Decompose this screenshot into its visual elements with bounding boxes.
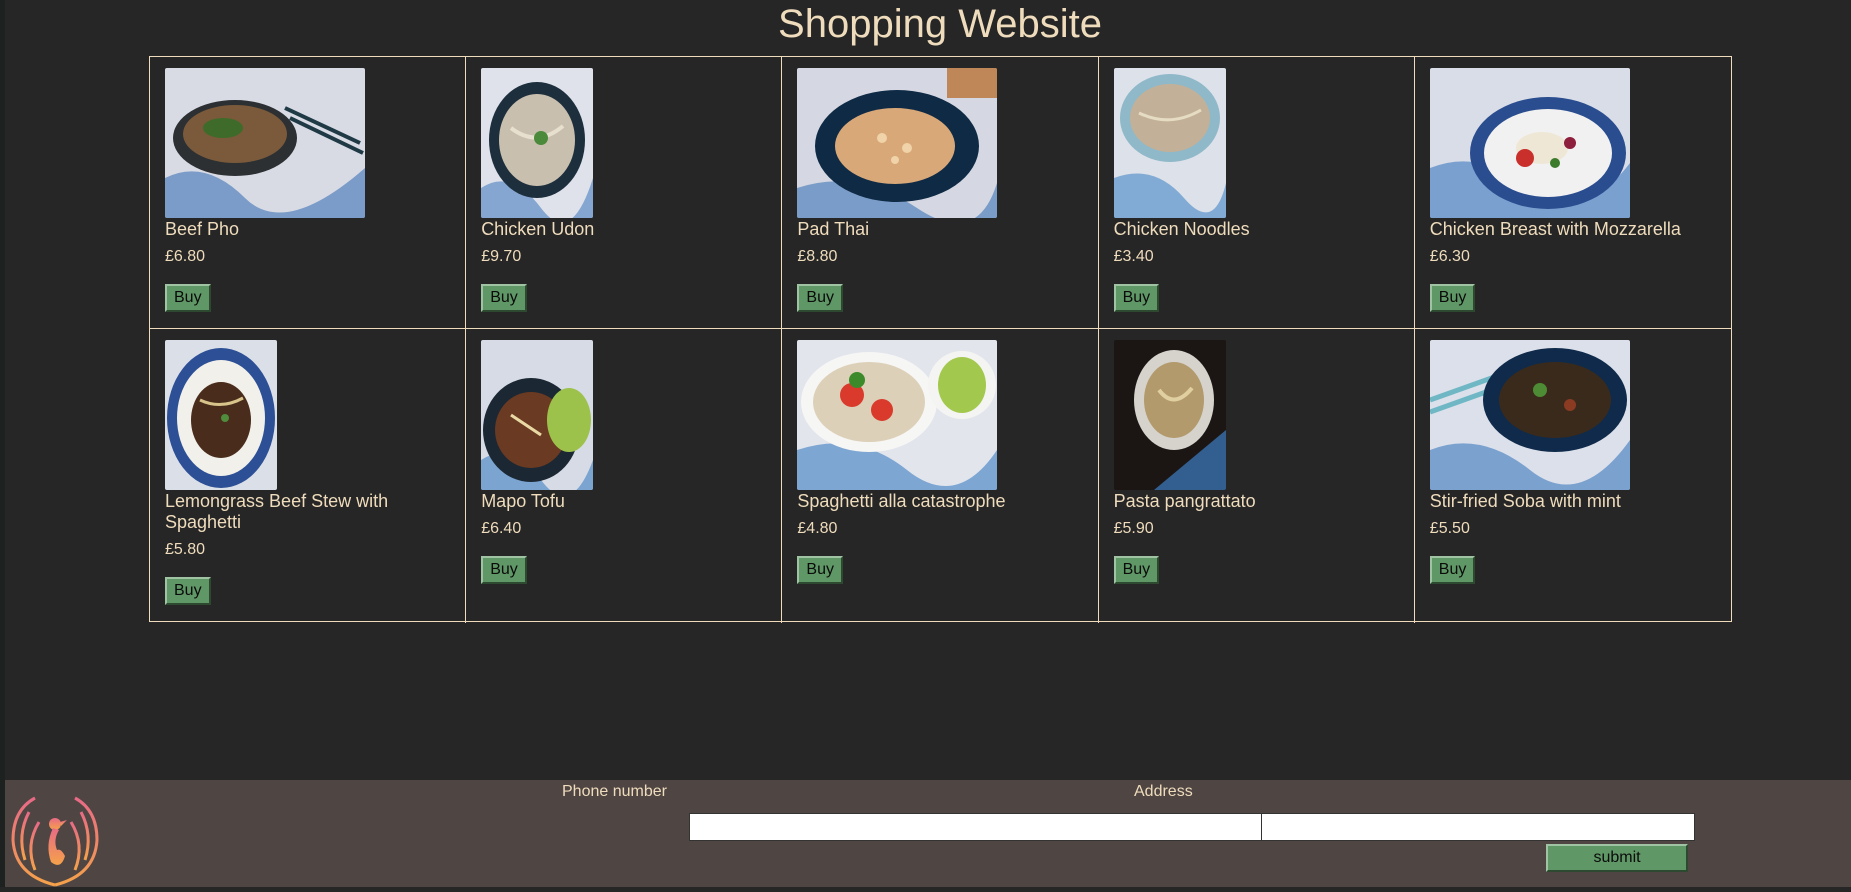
product-price: £6.40 (481, 520, 522, 537)
product-price: £5.90 (1113, 520, 1154, 537)
product-name: Pad Thai (797, 219, 870, 239)
buy-button[interactable]: Buy (1113, 556, 1160, 584)
product-name: Mapo Tofu (481, 491, 565, 511)
product-image-chicken-noodles (1113, 68, 1226, 218)
product-price: £9.70 (481, 248, 522, 265)
product-card: Chicken Udon £9.70 Buy (466, 57, 783, 329)
product-name: Chicken Breast with Mozzarella (1429, 219, 1681, 239)
buy-button[interactable]: Buy (797, 556, 843, 584)
product-card: Chicken Breast with Mozzarella £6.30 Buy (1414, 57, 1731, 329)
buy-button[interactable]: Buy (1113, 284, 1160, 312)
product-price: £8.80 (797, 248, 838, 265)
product-name: Spaghetti alla catastrophe (797, 491, 1006, 511)
product-price: £3.40 (1113, 248, 1154, 265)
product-card: Stir-fried Soba with mint £5.50 Buy (1415, 329, 1731, 623)
product-price: £6.80 (165, 248, 206, 265)
product-image-pasta-pangrattato (1113, 340, 1226, 490)
page-title: Shopping Website (778, 2, 1102, 46)
product-price: £5.80 (165, 541, 206, 558)
buy-button[interactable]: Buy (797, 284, 843, 312)
product-name: Chicken Noodles (1113, 219, 1250, 239)
product-name: Lemongrass Beef Stew with Spaghetti (165, 491, 389, 532)
product-name: Pasta pangrattato (1113, 491, 1256, 511)
product-image-beef-pho (165, 68, 365, 218)
product-name: Chicken Udon (481, 219, 595, 239)
product-card: Mapo Tofu £6.40 Buy (466, 329, 783, 623)
product-image-stir-fried-soba (1429, 340, 1630, 490)
buy-button[interactable]: Buy (481, 556, 527, 584)
address-label: Address (1134, 783, 1193, 800)
product-image-chicken-udon (481, 68, 594, 218)
product-image-lemongrass-beef-stew (165, 340, 277, 490)
footer: Phone number Address submit (5, 780, 1851, 887)
phone-number-field[interactable] (689, 813, 1265, 841)
buy-button[interactable]: Buy (1429, 556, 1476, 584)
address-field[interactable] (1261, 813, 1695, 841)
product-card: Beef Pho £6.80 Buy (150, 57, 467, 329)
product-image-chicken-breast-mozzarella (1429, 68, 1630, 218)
product-price: £4.80 (797, 520, 838, 537)
buy-button[interactable]: Buy (481, 284, 527, 312)
product-name: Stir-fried Soba with mint (1429, 491, 1621, 511)
submit-button[interactable]: submit (1546, 844, 1688, 872)
buy-button[interactable]: Buy (165, 577, 211, 605)
product-image-spaghetti-alla-catastrophe (797, 340, 998, 490)
product-card: Chicken Noodles £3.40 Buy (1098, 57, 1415, 329)
product-card: Pad Thai £8.80 Buy (782, 57, 1099, 329)
phone-number-label: Phone number (562, 783, 667, 800)
product-image-mapo-tofu (481, 340, 594, 490)
product-card: Lemongrass Beef Stew with Spaghetti £5.8… (150, 329, 467, 623)
product-grid: Beef Pho £6.80 Buy Chicken Udon £9.70 Bu… (149, 56, 1732, 623)
buy-button[interactable]: Buy (165, 284, 211, 312)
product-price: £5.50 (1429, 520, 1470, 537)
phoenix-logo-icon (5, 790, 105, 887)
product-card: Pasta pangrattato £5.90 Buy (1099, 329, 1415, 623)
product-name: Beef Pho (165, 219, 240, 239)
buy-button[interactable]: Buy (1429, 284, 1476, 312)
product-price: £6.30 (1429, 248, 1470, 265)
left-edge-strip (0, 0, 5, 887)
product-card: Spaghetti alla catastrophe £4.80 Buy (782, 329, 1099, 623)
product-image-pad-thai (797, 68, 998, 218)
